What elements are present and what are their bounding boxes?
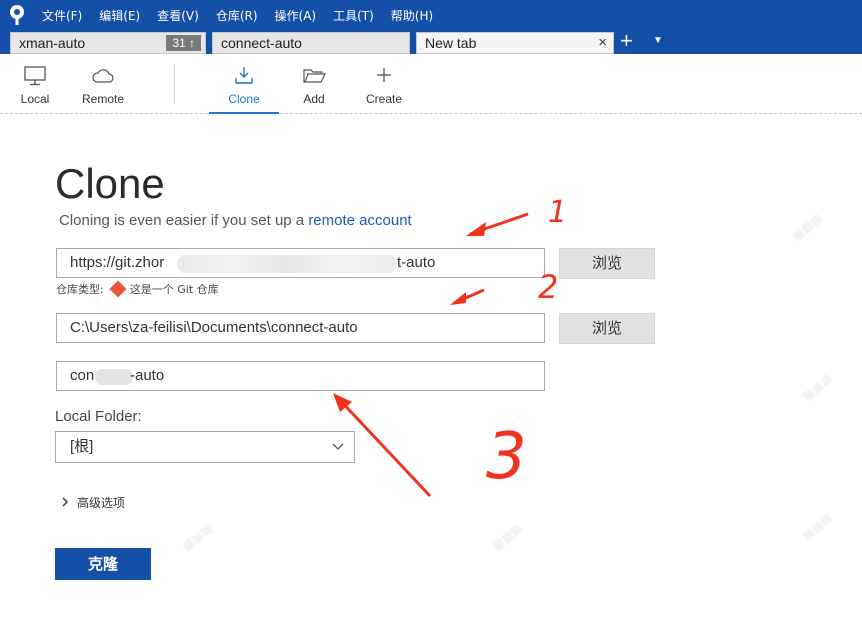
tab-label: New tab — [425, 35, 477, 51]
create-label: Create — [365, 92, 403, 106]
local-button[interactable]: Local — [0, 54, 70, 114]
menu-help[interactable]: 帮助(H) — [391, 7, 433, 24]
local-folder-label: Local Folder: — [55, 408, 142, 425]
subtitle-text: Cloning is even easier if you set up a — [59, 212, 309, 229]
tab-xman-auto[interactable]: xman-auto 31 ↑ — [10, 32, 206, 54]
browse-source-button[interactable]: 浏览 — [559, 248, 655, 279]
sourcetree-window: { "menubar": { "items": ["文件(F)", "编辑(E)… — [0, 0, 862, 628]
watermark: ▦▦▦ — [489, 520, 525, 554]
remote-label: Remote — [81, 92, 125, 106]
destination-path-input[interactable]: C:\Users\za-feilisi\Documents\connect-au… — [56, 313, 545, 343]
ahead-count-badge: 31 ↑ — [166, 35, 201, 51]
menu-tools[interactable]: 工具(T) — [333, 7, 374, 24]
create-button[interactable]: Create — [349, 54, 419, 114]
menu-file[interactable]: 文件(F) — [42, 7, 82, 24]
add-button[interactable]: Add — [279, 54, 349, 114]
cloud-icon — [68, 54, 138, 92]
bookmark-name-input[interactable]: con -auto — [56, 361, 545, 391]
local-folder-select[interactable]: [根] — [55, 431, 355, 463]
watermark: ▦▦▦ — [789, 210, 825, 244]
source-url-end: t-auto — [397, 254, 436, 271]
download-tray-icon — [209, 54, 279, 92]
menu-actions[interactable]: 操作(A) — [275, 7, 317, 24]
chevron-right-icon — [62, 497, 68, 510]
remote-button[interactable]: Remote — [68, 54, 138, 114]
annotation-arrow-1 — [466, 212, 529, 236]
watermark: ▦▦▦ — [179, 520, 215, 554]
clone-submit-button[interactable]: 克隆 — [55, 548, 151, 580]
repo-type-row: 仓库类型: 这是一个 Git 仓库 — [56, 280, 219, 298]
source-url-input[interactable]: https://git.zhor t-auto — [56, 248, 545, 278]
menu-edit[interactable]: 编辑(E) — [99, 7, 140, 24]
page-subtitle: Cloning is even easier if you set up a r… — [59, 212, 412, 229]
tab-new-tab[interactable]: New tab × — [416, 32, 614, 54]
name-start: con — [70, 367, 95, 384]
annotation-number-1: 1 — [548, 195, 567, 230]
annotation-arrow-2 — [450, 288, 485, 305]
menu-repository[interactable]: 仓库(R) — [216, 7, 258, 24]
git-icon — [109, 280, 127, 298]
tab-label: connect-auto — [221, 35, 302, 51]
sourcetree-logo-icon — [10, 5, 24, 25]
clone-button[interactable]: Clone — [209, 54, 279, 114]
close-tab-icon[interactable]: × — [598, 33, 607, 53]
tab-connect-auto[interactable]: connect-auto — [212, 32, 410, 54]
folder-open-icon — [279, 54, 349, 92]
repo-type-value: 这是一个 Git 仓库 — [129, 283, 219, 296]
main-menu: 文件(F) 编辑(E) 查看(V) 仓库(R) 操作(A) 工具(T) 帮助(H… — [42, 7, 433, 24]
annotation-number-3: 3 — [486, 420, 527, 494]
toolbar-divider — [174, 64, 175, 104]
monitor-icon — [0, 54, 70, 92]
source-url-start: https://git.zhor — [70, 254, 165, 271]
add-label: Add — [303, 92, 325, 106]
redacted-blur — [95, 369, 133, 385]
toolbar: Local Remote Clone Add Create — [0, 54, 862, 114]
name-end: -auto — [130, 367, 165, 384]
page-title: Clone — [55, 160, 165, 207]
tab-bar: xman-auto 31 ↑ connect-auto New tab × + … — [0, 30, 862, 54]
watermark: ▦▦▦ — [799, 510, 835, 544]
plus-icon — [349, 54, 419, 92]
tab-label: xman-auto — [19, 35, 86, 51]
tab-list-chevron-down-icon[interactable]: ▼ — [653, 35, 663, 46]
menu-view[interactable]: 查看(V) — [157, 7, 199, 24]
repo-type-label: 仓库类型: — [56, 283, 104, 296]
chevron-down-icon — [332, 432, 344, 473]
browse-destination-button[interactable]: 浏览 — [559, 313, 655, 344]
remote-account-link[interactable]: remote account — [308, 212, 411, 229]
advanced-options-toggle[interactable]: 高级选项 — [62, 494, 125, 511]
clone-label: Clone — [228, 92, 260, 106]
menu-bar: 文件(F) 编辑(E) 查看(V) 仓库(R) 操作(A) 工具(T) 帮助(H… — [0, 0, 862, 30]
new-tab-plus-icon[interactable]: + — [620, 30, 633, 52]
local-folder-value: [根] — [70, 438, 94, 455]
redacted-blur — [177, 255, 397, 273]
watermark: ▦▦▦ — [799, 370, 835, 404]
local-label: Local — [20, 92, 50, 106]
advanced-options-label: 高级选项 — [77, 496, 126, 510]
